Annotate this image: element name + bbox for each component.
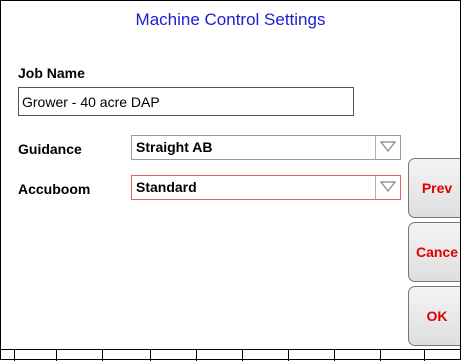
guidance-value: Straight AB (136, 139, 213, 155)
machine-control-settings-dialog: Machine Control Settings Job Name Grower… (0, 0, 461, 360)
triangle-down-icon (380, 181, 396, 192)
tab-divider (288, 350, 289, 361)
tab-divider (56, 350, 57, 361)
guidance-dropdown-button[interactable] (375, 136, 400, 159)
job-name-label: Job Name (18, 65, 85, 81)
guidance-select[interactable]: Straight AB (131, 135, 401, 160)
accuboom-value: Standard (136, 179, 197, 195)
job-name-field[interactable]: Grower - 40 acre DAP (18, 87, 354, 116)
tab-divider (380, 350, 381, 361)
accuboom-label: Accuboom (18, 181, 91, 197)
tab-divider (424, 350, 425, 361)
dialog-title: Machine Control Settings (135, 10, 326, 29)
prev-button[interactable]: Prev (408, 158, 460, 218)
tab-divider (102, 350, 103, 361)
bottom-tab-strip (0, 349, 461, 361)
ok-button[interactable]: OK (408, 286, 460, 346)
tab-divider (150, 350, 151, 361)
guidance-label: Guidance (18, 141, 82, 157)
accuboom-dropdown-button[interactable] (375, 176, 400, 199)
tab-divider (242, 350, 243, 361)
triangle-down-icon (380, 141, 396, 152)
tab-divider (334, 350, 335, 361)
tab-divider (196, 350, 197, 361)
tab-divider (14, 350, 15, 361)
cancel-button[interactable]: Cance (408, 222, 460, 282)
accuboom-select[interactable]: Standard (131, 175, 401, 200)
